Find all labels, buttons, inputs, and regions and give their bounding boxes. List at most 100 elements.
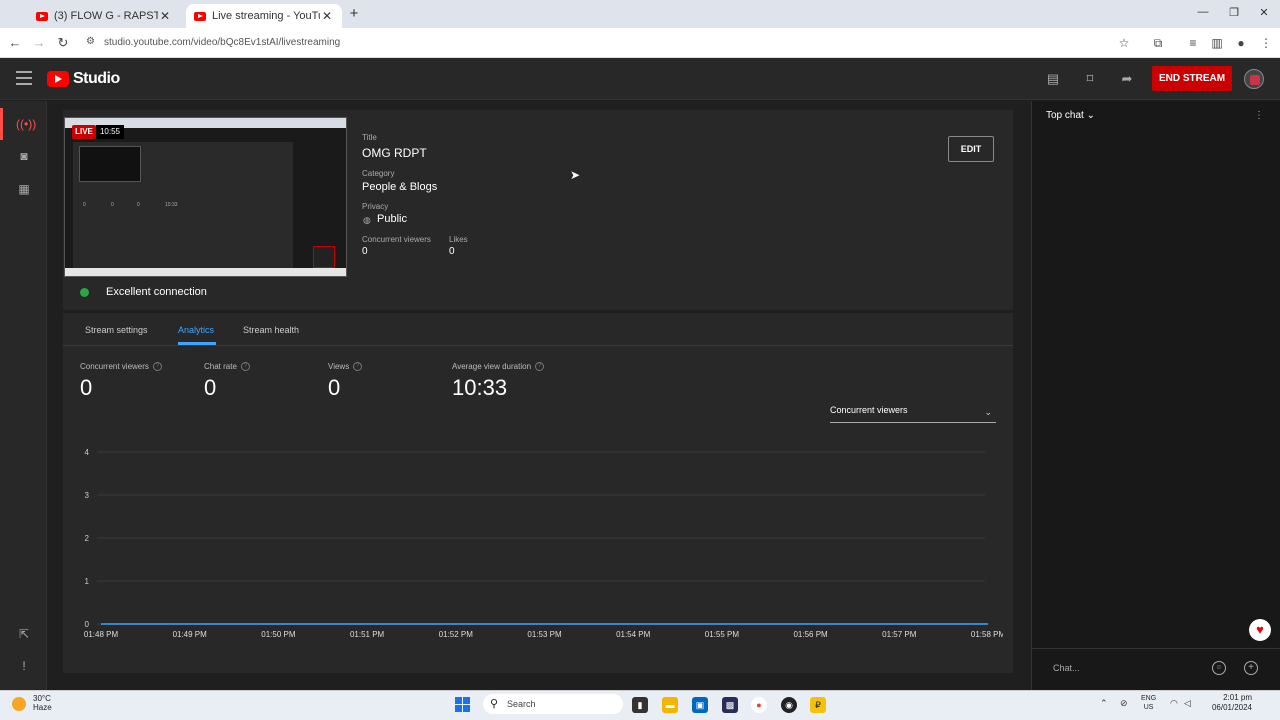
metric-label-text: Average view duration	[452, 362, 532, 371]
bookmark-icon[interactable]: ⌑	[1081, 70, 1099, 88]
weather-condition: Haze	[33, 703, 52, 712]
minimize-icon[interactable]: —	[1193, 6, 1213, 22]
concurrent-viewers-label: Concurrent viewers	[362, 235, 431, 244]
tray-chevron-icon[interactable]: ⌃	[1100, 698, 1108, 709]
app-icon[interactable]: ▩	[722, 697, 738, 713]
clock[interactable]: 2:01 pm 06/01/2024	[1200, 693, 1252, 713]
x-tick-label: 01:57 PM	[882, 630, 917, 639]
store-icon[interactable]: ▣	[692, 697, 708, 713]
weather-widget[interactable]: 30°C Haze	[33, 694, 52, 712]
browser-tab-flowg[interactable]: (3) FLOW G - RAPSTAR (Officia ✕	[28, 4, 180, 28]
studio-logo-text[interactable]: Studio	[73, 70, 120, 88]
language-code: ENG	[1141, 695, 1157, 702]
taskbar-search[interactable]: ⚲ Search	[483, 694, 623, 714]
clock-date: 06/01/2024	[1211, 703, 1252, 712]
file-explorer-icon[interactable]: ▬	[662, 697, 678, 713]
external-link-icon[interactable]: ⇱	[16, 626, 32, 642]
weather-icon[interactable]	[12, 697, 26, 711]
end-stream-button[interactable]: END STREAM	[1152, 66, 1232, 91]
url-bar[interactable]: studio.youtube.com/video/bQc8Ev1stAI/liv…	[80, 32, 1144, 54]
y-tick-label: 1	[85, 577, 90, 586]
share-icon[interactable]: ➦	[1118, 70, 1136, 88]
taskbar-search-label: Search	[507, 699, 536, 709]
tab-stream-settings[interactable]: Stream settings	[85, 325, 148, 335]
calendar-icon[interactable]: ▦	[16, 181, 32, 197]
youtube-logo-icon[interactable]	[47, 71, 69, 87]
metric-label-text: Concurrent viewers	[80, 362, 149, 371]
metric-selector-dropdown[interactable]: Concurrent viewers ⌄	[830, 405, 996, 423]
connection-status-icon	[80, 288, 89, 297]
category-label: Category	[362, 169, 395, 178]
y-tick-label: 3	[85, 491, 90, 500]
extensions-icon[interactable]: ⧉	[1149, 34, 1167, 52]
new-tab-icon[interactable]: +	[346, 5, 362, 23]
feedback-icon[interactable]: !	[16, 658, 32, 674]
rail-active-indicator	[0, 108, 3, 140]
wifi-icon[interactable]: ◠	[1170, 698, 1178, 709]
forward-icon[interactable]: →	[31, 35, 47, 51]
help-icon[interactable]: ?	[535, 362, 545, 371]
emoji-icon[interactable]: ☺	[1212, 661, 1226, 675]
metric-label: Chat rate ?	[204, 362, 250, 371]
help-icon[interactable]: ?	[240, 362, 250, 371]
chat-input[interactable]: Chat...	[1044, 658, 1212, 678]
close-tab-icon[interactable]: ✕	[320, 9, 334, 23]
heart-icon[interactable]: ♥	[1249, 619, 1271, 641]
tab-title: (3) FLOW G - RAPSTAR (Officia	[54, 10, 158, 22]
y-tick-label: 0	[85, 620, 90, 629]
language-indicator[interactable]: ENG US	[1141, 694, 1156, 712]
tray-app-icon[interactable]: ⊘	[1120, 698, 1128, 709]
media-control-icon[interactable]: ≡	[1184, 34, 1202, 52]
side-panel-icon[interactable]: ▥	[1208, 34, 1226, 52]
hamburger-menu-icon[interactable]	[16, 71, 32, 85]
camera-icon[interactable]: ◙	[16, 148, 32, 164]
clapperboard-icon[interactable]: ▤	[1044, 70, 1062, 88]
x-tick-label: 01:49 PM	[173, 630, 208, 639]
tab-title: Live streaming - YouTube Stud	[212, 10, 320, 22]
site-info-icon[interactable]: ⚙	[86, 36, 98, 50]
volume-icon[interactable]: ◁	[1184, 698, 1191, 709]
help-icon[interactable]: ?	[152, 362, 162, 371]
bookmark-star-icon[interactable]: ☆	[1115, 34, 1133, 52]
x-tick-label: 01:51 PM	[350, 630, 385, 639]
concurrent-viewers-chart: 0 1 2 3 4 01:48 PM 01:49 PM 01:50 PM 01:51 PM 01:…	[84, 448, 1003, 639]
add-icon[interactable]: +	[1244, 661, 1258, 675]
tabs-divider	[63, 345, 1013, 346]
x-tick-label: 01:48 PM	[84, 630, 119, 639]
edit-button[interactable]: EDIT	[948, 136, 994, 162]
likes-value: 0	[449, 246, 455, 257]
close-tab-icon[interactable]: ✕	[158, 9, 172, 23]
profile-icon[interactable]: ●	[1232, 34, 1250, 52]
tab-stream-health[interactable]: Stream health	[243, 325, 299, 335]
back-icon[interactable]: ←	[7, 35, 23, 51]
x-tick-label: 01:54 PM	[616, 630, 651, 639]
metric-label: Views ?	[328, 362, 363, 371]
restore-icon[interactable]: ❐	[1224, 6, 1244, 22]
window-close-icon[interactable]: ✕	[1254, 6, 1274, 22]
clock-time: 2:01 pm	[1223, 693, 1252, 702]
windows-start-icon[interactable]	[455, 697, 470, 712]
more-options-icon[interactable]: ⋮	[1254, 110, 1264, 121]
chrome-icon[interactable]: ●	[751, 697, 767, 713]
browser-tab-studio[interactable]: Live streaming - YouTube Stud ✕	[186, 4, 342, 28]
task-view-icon[interactable]: ▮	[632, 697, 648, 713]
avatar[interactable]	[1244, 69, 1264, 89]
region-code: US	[1143, 704, 1154, 711]
obs-icon[interactable]: ◉	[781, 697, 797, 713]
chevron-down-icon: ⌄	[1086, 110, 1095, 121]
chat-mode-selector[interactable]: Top chat ⌄	[1046, 110, 1095, 121]
title-label: Title	[362, 133, 377, 142]
help-icon[interactable]: ?	[353, 362, 363, 371]
likes-label: Likes	[449, 235, 468, 244]
active-tab-indicator	[178, 342, 216, 345]
browser-menu-icon[interactable]: ⋮	[1257, 34, 1275, 52]
live-stream-icon[interactable]: ((•))	[16, 116, 36, 132]
metric-selector-value: Concurrent viewers	[830, 405, 908, 415]
app-icon[interactable]: ₽	[810, 697, 826, 713]
metric-value: 0	[80, 375, 93, 400]
tab-analytics[interactable]: Analytics	[178, 325, 214, 335]
reload-icon[interactable]: ↻	[55, 35, 71, 51]
concurrent-viewers-value: 0	[362, 246, 368, 257]
stream-preview[interactable]: 0 0 0 10:33	[64, 117, 347, 277]
preview-text: 10:33	[165, 202, 178, 208]
